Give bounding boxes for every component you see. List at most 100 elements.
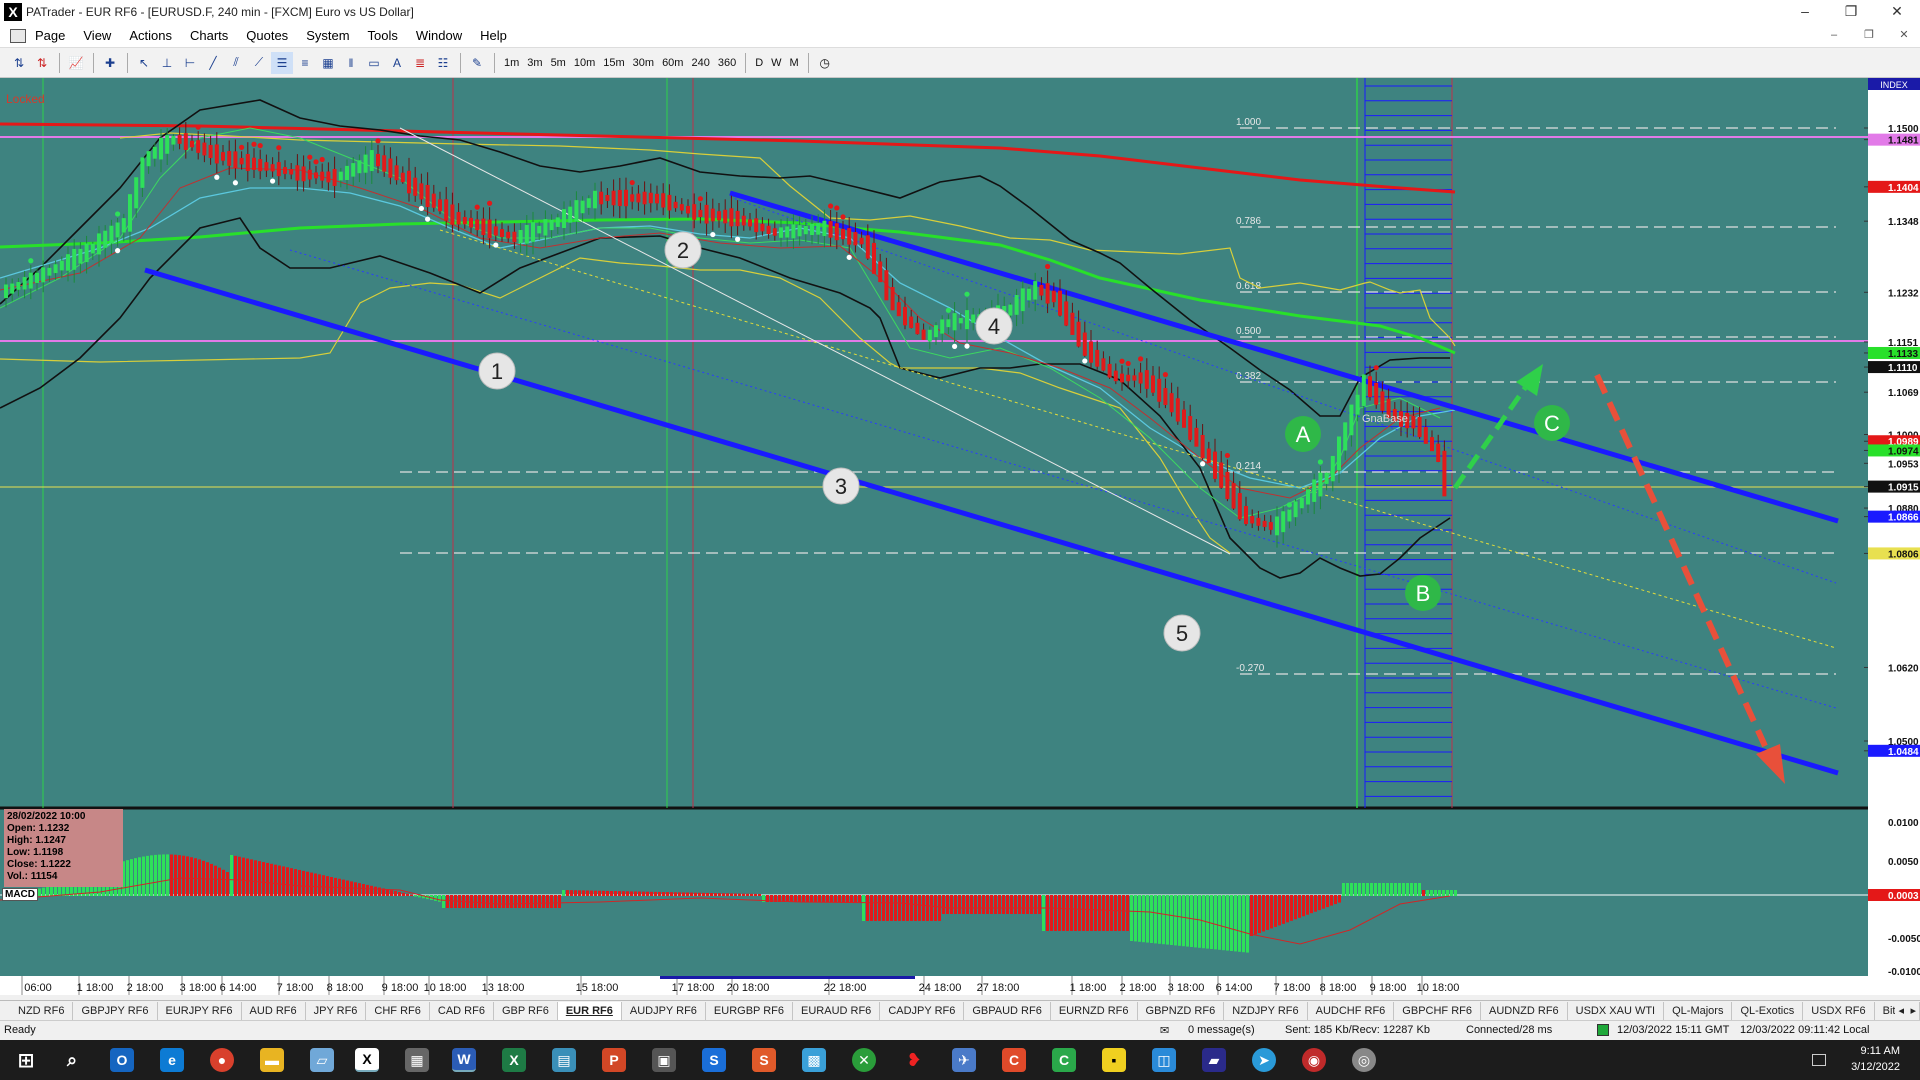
symbol-tab[interactable]: QL-Exotics	[1732, 1001, 1804, 1020]
app-icon[interactable]: ◎	[1352, 1048, 1376, 1072]
sticky-notes-icon[interactable]: ▪	[1102, 1048, 1126, 1072]
file-explorer-icon[interactable]: ▬	[260, 1048, 284, 1072]
notes-icon[interactable]: ▱	[310, 1048, 334, 1072]
status-messages[interactable]: 0 message(s)	[1188, 1024, 1255, 1036]
symbol-tab[interactable]: CADJPY RF6	[880, 1001, 965, 1020]
trend-line-icon[interactable]: ╱	[202, 52, 224, 74]
clock-icon[interactable]: ◷	[814, 52, 836, 74]
app-s-icon[interactable]: S	[752, 1048, 776, 1072]
channel-line-lower[interactable]	[144, 267, 1839, 776]
restore-icon[interactable]: ❐	[1828, 0, 1874, 24]
symbol-tab[interactable]: EURNZD RF6	[1051, 1001, 1138, 1020]
telegram-icon[interactable]: ➤	[1252, 1048, 1276, 1072]
symbol-tab[interactable]: USDX XAU WTI	[1568, 1001, 1665, 1020]
chrome-icon[interactable]: ●	[210, 1048, 234, 1072]
menu-actions[interactable]: Actions	[120, 28, 181, 43]
fan-icon[interactable]: ⟋	[248, 52, 270, 74]
timeframe-daily[interactable]: D	[751, 52, 767, 74]
channel-icon[interactable]: ⫽	[225, 52, 247, 74]
symbol-tab[interactable]: GBPNZD RF6	[1138, 1001, 1225, 1020]
skype-icon[interactable]: S	[702, 1048, 726, 1072]
patrader-icon[interactable]: X	[355, 1048, 379, 1072]
windows-start-icon[interactable]: ⊞	[14, 1048, 38, 1072]
menu-quotes[interactable]: Quotes	[237, 28, 297, 43]
mdi-minimize-icon[interactable]: –	[1823, 28, 1845, 44]
timeframe-5m[interactable]: 5m	[547, 52, 570, 74]
timeframe-240[interactable]: 240	[687, 52, 713, 74]
close-icon[interactable]: ✕	[1874, 0, 1920, 24]
vertical-line-icon[interactable]: ⊢	[179, 52, 201, 74]
taskbar-time[interactable]: 9:11 AM	[1860, 1045, 1900, 1057]
text-tool-icon[interactable]: A	[386, 52, 408, 74]
mdi-restore-icon[interactable]: ❐	[1858, 28, 1880, 44]
app-icon[interactable]: ▣	[652, 1048, 676, 1072]
pointer-icon[interactable]: ↖	[133, 52, 155, 74]
cycle-lines-icon[interactable]: ‖	[340, 52, 362, 74]
crosshair-icon[interactable]: ✚	[99, 52, 121, 74]
symbol-tab[interactable]: GBPAUD RF6	[964, 1001, 1051, 1020]
symbol-tab[interactable]: USDX RF6	[1803, 1001, 1875, 1020]
page-menu-icon[interactable]	[10, 28, 26, 43]
symbol-tab[interactable]: CAD RF6	[430, 1001, 494, 1020]
app-bird-icon[interactable]: ❥	[902, 1048, 926, 1072]
timeframe-weekly[interactable]: W	[767, 52, 785, 74]
level-tool-icon[interactable]: ≣	[409, 52, 431, 74]
timeframe-1m[interactable]: 1m	[500, 52, 523, 74]
app-icon[interactable]: ▰	[1202, 1048, 1226, 1072]
symbol-tab[interactable]: AUDCHF RF6	[1308, 1001, 1395, 1020]
symbol-tab[interactable]: EURGBP RF6	[706, 1001, 794, 1020]
app-icon[interactable]: ▩	[802, 1048, 826, 1072]
symbol-tab[interactable]: GBPCHF RF6	[1394, 1001, 1481, 1020]
menu-tools[interactable]: Tools	[359, 28, 407, 43]
fibonacci-icon[interactable]: ☰	[271, 51, 293, 74]
timeframe-3m[interactable]: 3m	[523, 52, 546, 74]
tab-scroll-left-icon[interactable]: ◂	[1895, 1001, 1908, 1020]
search-icon[interactable]: ⌕	[60, 1048, 84, 1072]
symbol-tab[interactable]: EURJPY RF6	[158, 1001, 242, 1020]
edge-icon[interactable]: e	[160, 1048, 184, 1072]
notifications-icon[interactable]	[1812, 1054, 1826, 1066]
symbol-tab[interactable]: CHF RF6	[366, 1001, 430, 1020]
menu-page[interactable]: Page	[26, 28, 74, 43]
symbol-tab[interactable]: JPY RF6	[306, 1001, 367, 1020]
horizontal-line-icon[interactable]: ⊥	[156, 52, 178, 74]
fib-extension-icon[interactable]: ≡	[294, 52, 316, 74]
outlook-icon[interactable]: O	[110, 1048, 134, 1072]
draw-pencil-icon[interactable]: ✎	[466, 52, 488, 74]
price-chart[interactable]: INDEX 06:00 1 18:00 2 18:00 3 18:00 6 14:00 7…	[0, 78, 1920, 995]
timeframe-60m[interactable]: 60m	[658, 52, 687, 74]
sell-order-icon[interactable]: ⇅	[31, 52, 53, 74]
timeframe-15m[interactable]: 15m	[599, 52, 628, 74]
app-icon[interactable]: ✈	[952, 1048, 976, 1072]
symbol-tab[interactable]: GBPJPY RF6	[73, 1001, 158, 1020]
excel-icon[interactable]: X	[502, 1048, 526, 1072]
message-icon[interactable]: ✉	[1160, 1024, 1169, 1037]
macd-label[interactable]: MACD	[2, 888, 38, 901]
symbol-tab[interactable]: QL-Majors	[1664, 1001, 1733, 1020]
symbol-tab[interactable]: AUDNZD RF6	[1481, 1001, 1568, 1020]
calculator-icon[interactable]: ▦	[405, 1048, 429, 1072]
symbol-tab[interactable]: AUD RF6	[242, 1001, 306, 1020]
mdi-close-icon[interactable]: ✕	[1893, 28, 1915, 44]
gann-icon[interactable]: ▦	[317, 52, 339, 74]
menu-system[interactable]: System	[297, 28, 358, 43]
word-icon[interactable]: W	[452, 1048, 476, 1072]
box-icon[interactable]: ▭	[363, 52, 385, 74]
symbol-tab[interactable]: AUDJPY RF6	[622, 1001, 706, 1020]
menu-window[interactable]: Window	[407, 28, 471, 43]
menu-view[interactable]: View	[74, 28, 120, 43]
chart-type-icon[interactable]: 📈	[65, 52, 87, 74]
app-icon[interactable]: ◉	[1302, 1048, 1326, 1072]
chart-area[interactable]: INDEX 06:00 1 18:00 2 18:00 3 18:00 6 14:00 7…	[0, 78, 1920, 995]
buy-order-icon[interactable]: ⇅	[8, 52, 30, 74]
app-icon[interactable]: ▤	[552, 1048, 576, 1072]
timeframe-360[interactable]: 360	[714, 52, 740, 74]
app-icon[interactable]: ◫	[1152, 1048, 1176, 1072]
symbol-tab[interactable]: NZD RF6	[0, 1001, 74, 1020]
taskbar-date[interactable]: 3/12/2022	[1851, 1061, 1900, 1073]
symbol-tab[interactable]: GBP RF6	[494, 1001, 558, 1020]
powerpoint-icon[interactable]: P	[602, 1048, 626, 1072]
timeframe-monthly[interactable]: M	[786, 52, 803, 74]
menu-charts[interactable]: Charts	[181, 28, 237, 43]
retracement-icon[interactable]: ☷	[432, 52, 454, 74]
